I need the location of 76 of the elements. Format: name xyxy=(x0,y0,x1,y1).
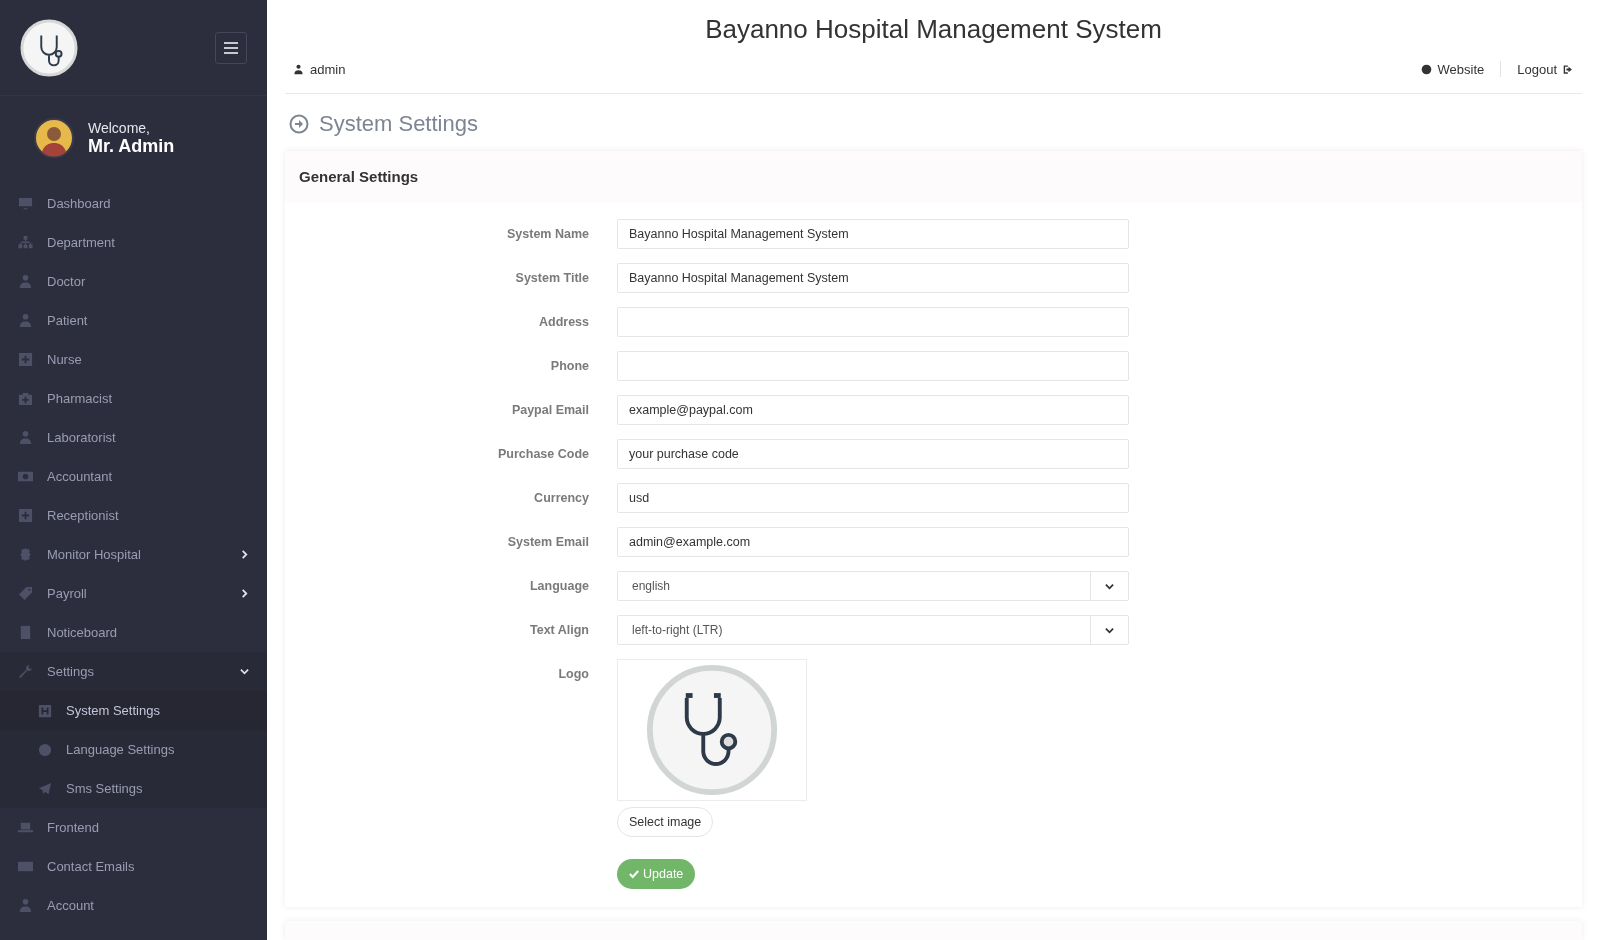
stethoscope-logo xyxy=(20,18,78,77)
welcome-text: Welcome, xyxy=(88,119,151,136)
text-field[interactable]: usd xyxy=(617,483,1129,513)
page-title: System Settings xyxy=(319,111,478,137)
wrench-icon xyxy=(18,664,33,679)
sidebar-item[interactable]: Contact Emails xyxy=(0,847,267,886)
select-field[interactable]: left-to-right (LTR) xyxy=(617,615,1129,645)
sidebar-item[interactable]: Account xyxy=(0,886,267,925)
sidebar-item[interactable]: Receptionist xyxy=(0,496,267,535)
check-icon xyxy=(629,869,639,879)
menu-icon xyxy=(224,41,238,54)
field-label: System Name xyxy=(506,226,589,243)
laptop-icon xyxy=(18,820,33,835)
chevron-down-icon xyxy=(1105,581,1114,591)
select-image-button[interactable]: Select image xyxy=(617,807,714,837)
sidebar-item[interactable]: Laboratorist xyxy=(0,418,267,457)
tag-icon xyxy=(18,586,33,601)
text-field[interactable]: admin@example.com xyxy=(617,527,1129,557)
field-label: System Title xyxy=(514,270,589,287)
text-field[interactable]: your purchase code xyxy=(617,439,1129,469)
user-icon xyxy=(18,274,33,289)
menu-button[interactable] xyxy=(215,31,247,64)
header-link[interactable]: Logout xyxy=(1517,61,1574,77)
field-label: Address xyxy=(537,314,589,331)
sidebar-item[interactable]: Patient xyxy=(0,301,267,340)
sidebar-item[interactable]: Dashboard xyxy=(0,184,267,223)
text-field[interactable]: Bayanno Hospital Management System xyxy=(617,263,1129,293)
document-icon xyxy=(18,625,33,640)
monitor-icon xyxy=(18,196,33,211)
globe-icon xyxy=(1420,63,1432,75)
user-icon xyxy=(18,430,33,445)
medkit-icon xyxy=(18,391,33,406)
paper-plane-icon xyxy=(38,781,52,796)
field-label: Purchase Code xyxy=(497,446,589,463)
text-field[interactable] xyxy=(617,307,1129,337)
app-title: Bayanno Hospital Management System xyxy=(704,13,1163,45)
user-icon xyxy=(18,898,33,913)
panel-title: General Settings xyxy=(299,168,420,185)
sitemap-icon xyxy=(18,235,33,250)
gear-icon xyxy=(18,547,33,562)
chevron-down-icon xyxy=(1105,625,1114,635)
submenu-item[interactable]: Sms Settings xyxy=(0,769,267,808)
avatar xyxy=(34,118,74,158)
sidebar-item[interactable]: Payroll xyxy=(0,574,267,613)
user-link[interactable]: admin xyxy=(293,61,346,77)
user-icon xyxy=(18,313,33,328)
submenu-item[interactable]: System Settings xyxy=(0,691,267,730)
sidebar-item[interactable]: Frontend xyxy=(0,808,267,847)
text-field[interactable]: Bayanno Hospital Management System xyxy=(617,219,1129,249)
sidebar-item[interactable]: Department xyxy=(0,223,267,262)
sidebar-item[interactable]: Noticeboard xyxy=(0,613,267,652)
submenu-item[interactable]: Language Settings xyxy=(0,730,267,769)
field-label: System Email xyxy=(506,534,589,551)
sidebar-item[interactable]: Monitor Hospital xyxy=(0,535,267,574)
arrow-circle-icon xyxy=(289,114,309,134)
hospital-sign-icon xyxy=(38,703,52,718)
field-label: Paypal Email xyxy=(510,402,589,419)
sidebar-item[interactable]: Accountant xyxy=(0,457,267,496)
field-label: Phone xyxy=(549,358,589,375)
text-field[interactable]: example@paypal.com xyxy=(617,395,1129,425)
globe-icon xyxy=(38,742,52,757)
text-field[interactable] xyxy=(617,351,1129,381)
user-icon xyxy=(293,63,304,75)
select-field[interactable]: english xyxy=(617,571,1129,601)
field-label: Logo xyxy=(557,666,589,683)
sidebar-item[interactable]: Nurse xyxy=(0,340,267,379)
field-label: Currency xyxy=(533,490,589,507)
banknote-icon xyxy=(18,469,33,484)
field-label: Text Align xyxy=(528,622,589,639)
sidebar-item[interactable]: Settings xyxy=(0,652,267,691)
field-label: Language xyxy=(528,578,589,595)
sidebar-item[interactable]: Pharmacist xyxy=(0,379,267,418)
sign-out-icon xyxy=(1563,63,1574,75)
user-name: Mr. Admin xyxy=(88,135,175,157)
sidebar-item[interactable]: Doctor xyxy=(0,262,267,301)
header-link[interactable]: Website xyxy=(1420,61,1485,77)
